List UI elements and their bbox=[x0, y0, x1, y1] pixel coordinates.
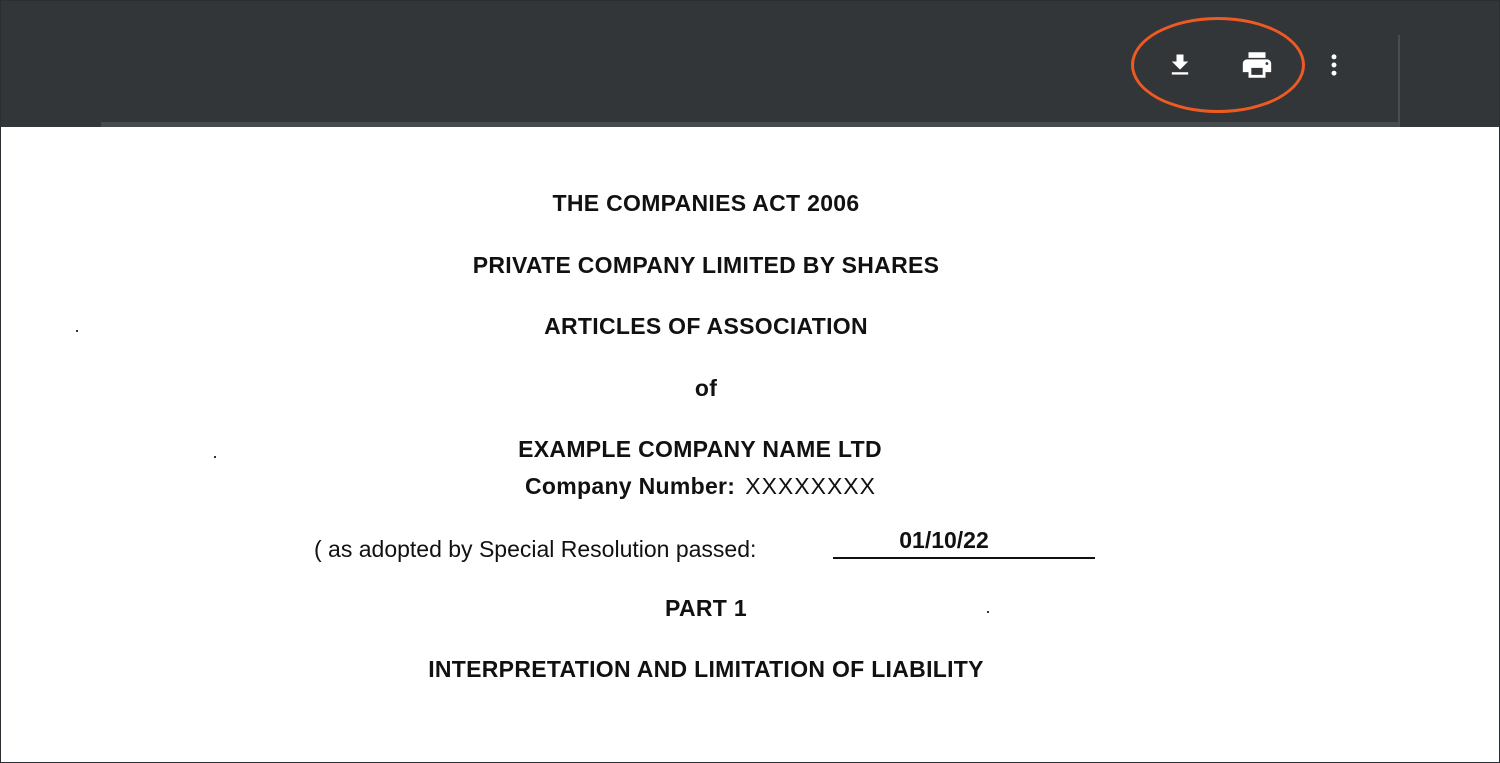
toolbar-divider bbox=[1398, 35, 1400, 127]
company-name: EXAMPLE COMPANY NAME LTD bbox=[518, 436, 882, 462]
pdf-viewer-window: THE COMPANIES ACT 2006 PRIVATE COMPANY L… bbox=[0, 0, 1500, 763]
more-vert-icon bbox=[1320, 51, 1348, 79]
of-line: of bbox=[694, 375, 718, 401]
more-options-button[interactable] bbox=[1311, 42, 1357, 88]
company-number-value: XXXXXXXX bbox=[745, 473, 876, 499]
company-type-heading: PRIVATE COMPANY LIMITED BY SHARES bbox=[472, 252, 940, 278]
print-button[interactable] bbox=[1234, 42, 1280, 88]
company-number-line: Company Number: XXXXXXXX bbox=[525, 473, 876, 500]
part-heading: PART 1 bbox=[665, 595, 747, 621]
download-button[interactable] bbox=[1157, 42, 1203, 88]
download-icon bbox=[1166, 51, 1194, 79]
scan-speck bbox=[987, 611, 989, 613]
scan-speck bbox=[76, 330, 78, 332]
scan-speck bbox=[214, 456, 216, 458]
section-heading: INTERPRETATION AND LIMITATION OF LIABILI… bbox=[428, 656, 984, 682]
act-heading: THE COMPANIES ACT 2006 bbox=[552, 190, 860, 216]
document-page: THE COMPANIES ACT 2006 PRIVATE COMPANY L… bbox=[1, 127, 1499, 762]
company-number-label: Company Number: bbox=[525, 473, 736, 499]
print-icon bbox=[1240, 48, 1274, 82]
viewer-toolbar bbox=[1, 1, 1499, 127]
resolution-date: 01/10/22 bbox=[833, 527, 1095, 559]
document-title: ARTICLES OF ASSOCIATION bbox=[544, 313, 868, 339]
resolution-text: ( as adopted by Special Resolution passe… bbox=[314, 536, 757, 562]
